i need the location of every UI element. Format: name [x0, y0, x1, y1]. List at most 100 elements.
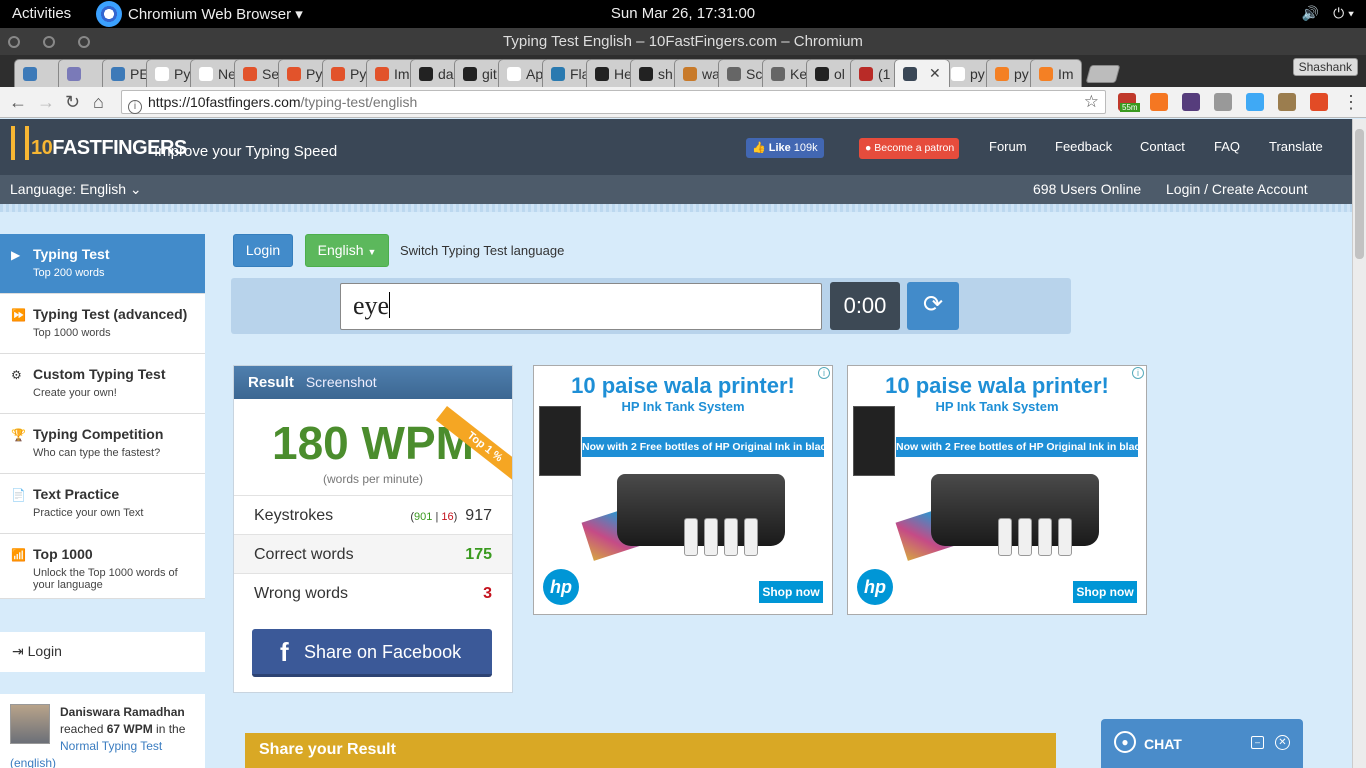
chrome-menu-icon[interactable]: ⋮: [1342, 92, 1360, 113]
share-result-header: Share your Result: [245, 733, 1056, 768]
window-titlebar: Typing Test English – 10FastFingers.com …: [0, 28, 1366, 55]
tab-favicon-icon: [815, 66, 829, 81]
correct-words-label: Correct words: [254, 546, 354, 563]
nav-translate[interactable]: Translate: [1269, 139, 1323, 154]
nav-faq[interactable]: FAQ: [1214, 139, 1240, 154]
sidebar-item[interactable]: ⚙ Custom Typing Test Create your own!: [0, 354, 205, 414]
tab-favicon-icon: [995, 66, 1009, 81]
power-icon[interactable]: ⏻ ▾: [1333, 5, 1354, 22]
become-patron-button[interactable]: ● Become a patron: [859, 138, 959, 159]
bookmark-star-icon[interactable]: ☆: [1084, 92, 1099, 112]
avatar[interactable]: [10, 704, 50, 744]
calendar-ext-icon[interactable]: 55m: [1118, 93, 1140, 112]
shop-now-button[interactable]: Shop now: [759, 581, 823, 603]
reload-icon[interactable]: ↻: [65, 92, 80, 113]
system-tray[interactable]: 🔊 ⏻ ▾: [1302, 5, 1354, 22]
address-bar[interactable]: i https://10fastfingers.com/typing-test/e…: [121, 90, 1106, 114]
browser-tab[interactable]: Im: [1030, 59, 1082, 87]
sidebar-item-title: Custom Typing Test: [33, 366, 166, 382]
scrollbar-thumb[interactable]: [1355, 129, 1364, 259]
language-dropdown[interactable]: Language: English ⌄: [10, 181, 142, 198]
share-facebook-button[interactable]: f Share on Facebook: [252, 629, 492, 677]
page-scrollbar[interactable]: [1352, 119, 1366, 768]
language-select-button[interactable]: English ▼: [305, 234, 389, 267]
sidebar-item[interactable]: ⏩ Typing Test (advanced) Top 1000 words: [0, 294, 205, 354]
facebook-like-button[interactable]: 👍 Like 109k: [746, 138, 824, 158]
nav-feedback[interactable]: Feedback: [1055, 139, 1112, 154]
sidebar-login[interactable]: ⇥ Login: [0, 632, 205, 672]
tab-favicon-icon: [419, 66, 433, 81]
result-header: Result Screenshot: [234, 366, 512, 399]
ink-bottles-image: [998, 518, 1072, 556]
login-button[interactable]: Login: [233, 234, 293, 267]
sidebar-item[interactable]: 📄 Text Practice Practice your own Text: [0, 474, 205, 534]
hubspot-icon[interactable]: [1150, 93, 1168, 111]
sidebar-item-title: Top 1000: [33, 546, 93, 562]
tab-favicon-icon: [1039, 66, 1053, 81]
like-count: 109k: [793, 142, 818, 154]
shop-now-button[interactable]: Shop now: [1073, 581, 1137, 603]
activity-user-name[interactable]: Daniswara Ramadhan: [60, 705, 185, 719]
tab-label: Se: [262, 65, 280, 82]
login-create-account-link[interactable]: Login / Create Account: [1166, 181, 1308, 197]
minimize-icon[interactable]: –: [1251, 736, 1264, 749]
chromium-icon: [96, 1, 122, 27]
keystrokes-correct: 901: [414, 511, 433, 523]
volume-icon[interactable]: 🔊: [1302, 5, 1319, 22]
profile-button[interactable]: Shashank: [1292, 58, 1358, 76]
result-panel: Result Screenshot Top 1 % 180 WPM (words …: [233, 365, 513, 693]
wrong-words-value: 3: [483, 585, 492, 602]
feather-icon[interactable]: [1246, 93, 1264, 111]
sidebar-item[interactable]: ▶ Typing Test Top 200 words: [0, 234, 205, 294]
restart-button[interactable]: ⟳: [907, 282, 959, 330]
tab-favicon-icon: [507, 66, 521, 81]
infinity-icon[interactable]: [1310, 93, 1328, 111]
ad-banner[interactable]: 10 paise wala printer! HP Ink Tank Syste…: [533, 365, 833, 615]
bootstrap-icon[interactable]: [1182, 93, 1200, 111]
new-tab-button[interactable]: [1085, 65, 1121, 83]
sidebar-item-title: Text Practice: [33, 486, 120, 502]
nav-contact[interactable]: Contact: [1140, 139, 1185, 154]
activities-button[interactable]: Activities: [12, 5, 71, 22]
tab-label: (1: [878, 65, 891, 82]
sidebar-item-subtitle: Top 200 words: [33, 267, 105, 279]
forward-icon[interactable]: →: [37, 92, 55, 113]
home-icon[interactable]: ⌂: [93, 92, 104, 113]
sidebar-item[interactable]: 📶 Top 1000 Unlock the Top 1000 words of yo…: [0, 534, 205, 599]
ad-offer-band: Now with 2 Free bottles of HP Original I…: [896, 437, 1146, 457]
sidebar-item-title: Typing Test (advanced): [33, 306, 188, 322]
site-info-icon[interactable]: i: [128, 100, 142, 114]
tab-favicon-icon: [67, 66, 81, 81]
thumbs-up-icon: 👍: [752, 142, 766, 154]
site-subheader: Language: English ⌄ 698 Users Online Log…: [0, 175, 1352, 204]
header-stripe: [0, 204, 1352, 212]
owl-icon[interactable]: [1278, 93, 1296, 111]
sidebar-menu: ▶ Typing Test Top 200 words ⏩ Typing Test (a…: [0, 234, 205, 599]
typing-input[interactable]: eye: [340, 283, 822, 330]
timer: 0:00: [830, 282, 900, 330]
tab-favicon-icon: [199, 66, 213, 81]
close-icon[interactable]: ✕: [1275, 735, 1290, 750]
nav-forum[interactable]: Forum: [989, 139, 1027, 154]
ghostery-icon[interactable]: [1214, 93, 1232, 111]
tab-favicon-icon: [551, 66, 565, 81]
chat-widget[interactable]: ● CHAT – ✕: [1101, 719, 1303, 768]
recent-activity: Daniswara Ramadhan reached 67 WPM in the…: [0, 694, 205, 768]
ad-info-icon[interactable]: i: [1132, 367, 1144, 379]
browser-tab[interactable]: ✕: [894, 59, 950, 87]
back-icon[interactable]: ←: [9, 92, 27, 113]
tab-favicon-icon: [683, 66, 697, 81]
sidebar-item-icon: ▶: [11, 248, 21, 262]
tab-strip: PEPyNewSePyPyImdagitApFlaHeshwaScKeol(1✕…: [0, 55, 1366, 87]
keystrokes-row: Keystrokes (901 | 16) 917: [234, 495, 512, 534]
keystrokes-label: Keystrokes: [254, 507, 334, 524]
screenshot-tab[interactable]: Screenshot: [306, 374, 377, 390]
sidebar-item[interactable]: 🏆 Typing Competition Who can type the fast…: [0, 414, 205, 474]
app-menu[interactable]: Chromium Web Browser ▾: [96, 1, 303, 27]
tab-close-icon[interactable]: ✕: [929, 65, 941, 82]
ad-banner[interactable]: 10 paise wala printer! HP Ink Tank Syste…: [847, 365, 1147, 615]
sidebar-item-subtitle: Unlock the Top 1000 words of your langua…: [33, 567, 178, 591]
text-caret: [389, 292, 391, 318]
result-tab[interactable]: Result: [248, 374, 294, 391]
ad-info-icon[interactable]: i: [818, 367, 830, 379]
